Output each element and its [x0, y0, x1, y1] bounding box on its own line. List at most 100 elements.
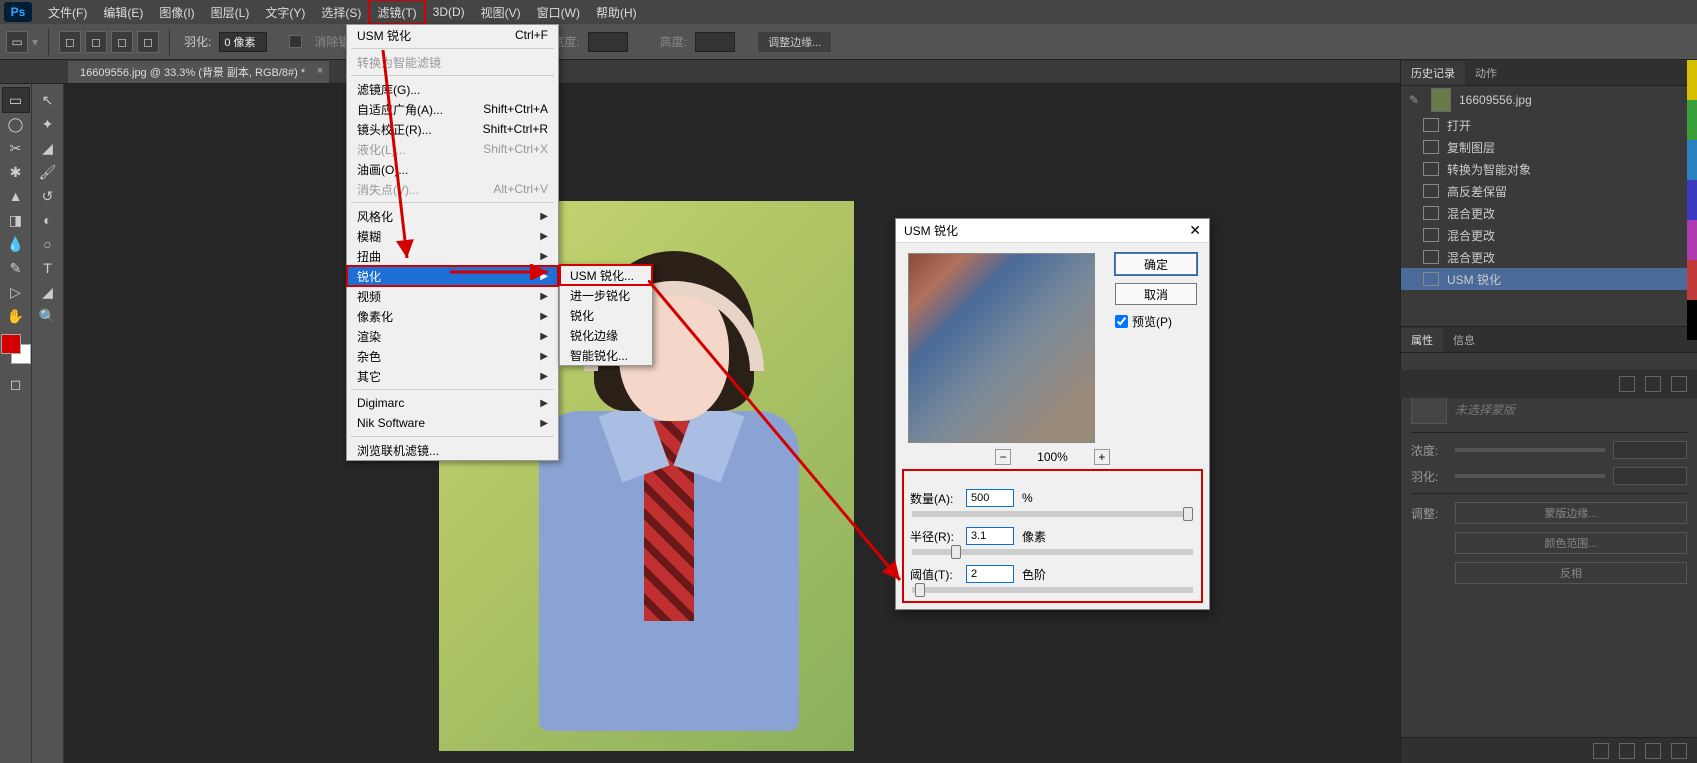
tab-history[interactable]: 历史记录 — [1401, 61, 1465, 85]
selection-new-icon[interactable]: ◻ — [59, 31, 81, 53]
dodge-tool[interactable]: ○ — [35, 232, 61, 256]
density-input[interactable] — [1613, 441, 1687, 459]
history-brush-tool[interactable]: ↺ — [35, 184, 61, 208]
tab-properties[interactable]: 属性 — [1401, 328, 1443, 352]
height-input[interactable] — [695, 32, 735, 52]
shape-tool[interactable]: ◢ — [35, 280, 61, 304]
history-source[interactable]: ✎ 16609556.jpg — [1401, 86, 1697, 114]
usm-preview-image[interactable] — [908, 253, 1095, 443]
usm-threshold-slider[interactable] — [912, 587, 1193, 593]
zoom-tool[interactable]: 🔍 — [35, 304, 61, 328]
filter-nik[interactable]: Nik Software▶ — [347, 413, 558, 433]
history-step[interactable]: 打开 — [1401, 114, 1697, 136]
filter-blur[interactable]: 模糊▶ — [347, 226, 558, 246]
menu-filter[interactable]: 滤镜(T) — [369, 0, 424, 24]
pixel-mask-icon[interactable] — [1651, 402, 1665, 416]
filter-oil-paint[interactable]: 油画(O)... — [347, 159, 558, 179]
invert-button[interactable]: 反相 — [1455, 562, 1687, 584]
pen-tool[interactable]: ✎ — [3, 256, 29, 280]
usm-zoom-in-icon[interactable]: + — [1094, 449, 1110, 465]
filter-gallery[interactable]: 滤镜库(G)... — [347, 79, 558, 99]
link-icon[interactable] — [1645, 743, 1661, 759]
menu-image[interactable]: 图像(I) — [151, 0, 202, 24]
trash-icon[interactable] — [1671, 376, 1687, 392]
mask-edge-button[interactable]: 蒙版边缘... — [1455, 502, 1687, 524]
filter-adaptive-wide[interactable]: 自适应广角(A)...Shift+Ctrl+A — [347, 99, 558, 119]
snapshot-icon[interactable] — [1619, 376, 1635, 392]
filter-last[interactable]: USM 锐化Ctrl+F — [347, 25, 558, 45]
history-step[interactable]: 混合更改 — [1401, 224, 1697, 246]
eyedropper-tool[interactable]: ◢ — [35, 136, 61, 160]
selection-add-icon[interactable]: ◻ — [85, 31, 107, 53]
blur-tool[interactable]: 💧 — [3, 232, 29, 256]
path-select-tool[interactable]: ▷ — [3, 280, 29, 304]
eraser-tool[interactable]: ◨ — [3, 208, 29, 232]
delete-icon[interactable] — [1671, 743, 1687, 759]
history-step[interactable]: 高反差保留 — [1401, 180, 1697, 202]
antialias-checkbox[interactable] — [289, 35, 302, 48]
usm-close-icon[interactable]: ✕ — [1189, 222, 1201, 239]
submenu-further[interactable]: 进一步锐化 — [560, 285, 652, 305]
wand-tool[interactable]: ✦ — [35, 112, 61, 136]
width-input[interactable] — [588, 32, 628, 52]
menu-help[interactable]: 帮助(H) — [588, 0, 645, 24]
history-step[interactable]: 复制图层 — [1401, 136, 1697, 158]
filter-other[interactable]: 其它▶ — [347, 366, 558, 386]
quickmask-tool[interactable]: ◻ — [3, 372, 29, 396]
selection-intersect-icon[interactable]: ◻ — [137, 31, 159, 53]
move-tool[interactable]: ↖ — [35, 88, 61, 112]
menu-type[interactable]: 文字(Y) — [257, 0, 313, 24]
filter-sharpen[interactable]: 锐化▶ — [347, 266, 558, 286]
type-tool[interactable]: T — [35, 256, 61, 280]
color-swatches[interactable] — [1, 334, 31, 364]
healing-tool[interactable]: ✱ — [3, 160, 29, 184]
tab-info[interactable]: 信息 — [1443, 328, 1485, 352]
crop-tool[interactable]: ✂ — [3, 136, 29, 160]
usm-radius-slider[interactable] — [912, 549, 1193, 555]
menu-view[interactable]: 视图(V) — [473, 0, 529, 24]
apply-icon[interactable] — [1593, 743, 1609, 759]
marquee-tool[interactable]: ▭ — [3, 88, 29, 112]
refine-edge-button[interactable]: 调整边缘... — [757, 31, 832, 53]
usm-cancel-button[interactable]: 取消 — [1115, 283, 1197, 305]
filter-liquify[interactable]: 液化(L)...Shift+Ctrl+X — [347, 139, 558, 159]
filter-pixelate[interactable]: 像素化▶ — [347, 306, 558, 326]
history-step[interactable]: 混合更改 — [1401, 246, 1697, 268]
menu-file[interactable]: 文件(F) — [40, 0, 95, 24]
color-range-button[interactable]: 颜色范围... — [1455, 532, 1687, 554]
usm-amount-input[interactable] — [966, 489, 1014, 507]
tab-actions[interactable]: 动作 — [1465, 61, 1507, 85]
usm-amount-slider[interactable] — [912, 511, 1193, 517]
filter-distort[interactable]: 扭曲▶ — [347, 246, 558, 266]
usm-preview-checkbox[interactable] — [1115, 315, 1128, 328]
lasso-tool[interactable]: ◯ — [3, 112, 29, 136]
filter-lens-correction[interactable]: 镜头校正(R)...Shift+Ctrl+R — [347, 119, 558, 139]
feather-input[interactable] — [1613, 467, 1687, 485]
vector-mask-icon[interactable] — [1673, 402, 1687, 416]
document-tab[interactable]: 16609556.jpg @ 33.3% (背景 副本, RGB/8#) * × — [68, 61, 329, 83]
menu-layer[interactable]: 图层(L) — [203, 0, 258, 24]
history-step[interactable]: 转换为智能对象 — [1401, 158, 1697, 180]
filter-vanishing-point[interactable]: 消失点(V)...Alt+Ctrl+V — [347, 179, 558, 199]
eye-icon[interactable] — [1619, 743, 1635, 759]
stamp-tool[interactable]: ▲ — [3, 184, 29, 208]
new-snapshot-icon[interactable] — [1645, 376, 1661, 392]
filter-render[interactable]: 渲染▶ — [347, 326, 558, 346]
filter-browse-online[interactable]: 浏览联机滤镜... — [347, 440, 558, 460]
menu-edit[interactable]: 编辑(E) — [95, 0, 151, 24]
submenu-sharpen[interactable]: 锐化 — [560, 305, 652, 325]
density-slider[interactable] — [1455, 448, 1605, 452]
menu-3d[interactable]: 3D(D) — [425, 0, 473, 24]
hand-tool[interactable]: ✋ — [3, 304, 29, 328]
close-icon[interactable]: × — [317, 65, 323, 77]
history-step-current[interactable]: USM 锐化 — [1401, 268, 1697, 290]
filter-noise[interactable]: 杂色▶ — [347, 346, 558, 366]
usm-threshold-input[interactable] — [966, 565, 1014, 583]
menu-window[interactable]: 窗口(W) — [529, 0, 588, 24]
filter-stylize[interactable]: 风格化▶ — [347, 206, 558, 226]
submenu-smart[interactable]: 智能锐化... — [560, 345, 652, 365]
brush-tool[interactable]: 🖌 — [35, 160, 61, 184]
gradient-tool[interactable]: ◐ — [35, 208, 61, 232]
usm-radius-input[interactable] — [966, 527, 1014, 545]
feather-slider[interactable] — [1455, 474, 1605, 478]
